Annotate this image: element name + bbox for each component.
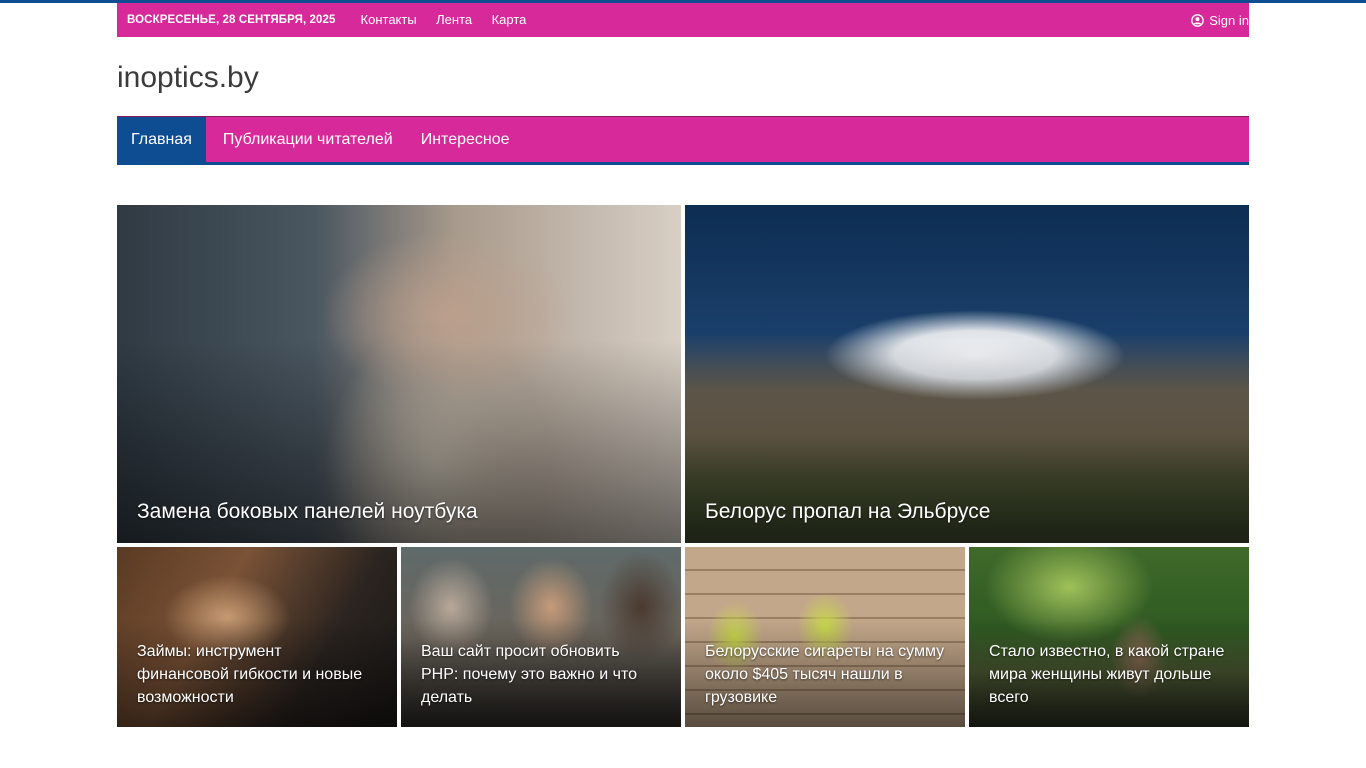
top-link-feed[interactable]: Лента <box>436 12 472 27</box>
main-navigation: Главная Публикации читателей Интересное <box>117 116 1249 165</box>
article-title: Стало известно, в какой стране мира женщ… <box>989 643 1225 706</box>
article-title: Ваш сайт просит обновить PHP: почему это… <box>421 643 638 706</box>
nav-item-interesting[interactable]: Интересное <box>407 117 524 162</box>
article-title: Белорусские сигареты на сумму около $405… <box>705 643 945 706</box>
top-link-map[interactable]: Карта <box>492 12 527 27</box>
top-links: Контакты Лента Карта <box>361 11 542 29</box>
sign-in-link[interactable]: Sign in <box>1191 13 1249 28</box>
article-card-loans[interactable]: Займы: инструмент финансовой гибкости и … <box>117 547 397 727</box>
top-link-contacts[interactable]: Контакты <box>361 12 417 27</box>
article-title: Займы: инструмент финансовой гибкости и … <box>137 643 363 706</box>
featured-article-title: Белорус пропал на Эльбрусе <box>705 500 991 523</box>
user-circle-icon <box>1191 13 1205 27</box>
featured-article-title: Замена боковых панелей ноутбука <box>137 500 478 523</box>
top-bar: ВОСКРЕСЕНЬЕ, 28 СЕНТЯБРЯ, 2025 Контакты … <box>117 3 1249 37</box>
current-date: ВОСКРЕСЕНЬЕ, 28 СЕНТЯБРЯ, 2025 <box>127 14 336 26</box>
article-card-php[interactable]: Ваш сайт просит обновить PHP: почему это… <box>401 547 681 727</box>
article-card-women-longevity[interactable]: Стало известно, в какой стране мира женщ… <box>969 547 1249 727</box>
sign-in-label: Sign in <box>1209 12 1249 28</box>
nav-item-reader-publications[interactable]: Публикации читателей <box>209 117 407 162</box>
featured-article-elbrus[interactable]: Белорус пропал на Эльбрусе <box>685 205 1249 543</box>
featured-article-laptop[interactable]: Замена боковых панелей ноутбука <box>117 205 681 543</box>
article-card-cigarettes[interactable]: Белорусские сигареты на сумму около $405… <box>685 547 965 727</box>
nav-item-home[interactable]: Главная <box>117 117 206 162</box>
site-logo[interactable]: inoptics.by <box>117 58 1249 98</box>
